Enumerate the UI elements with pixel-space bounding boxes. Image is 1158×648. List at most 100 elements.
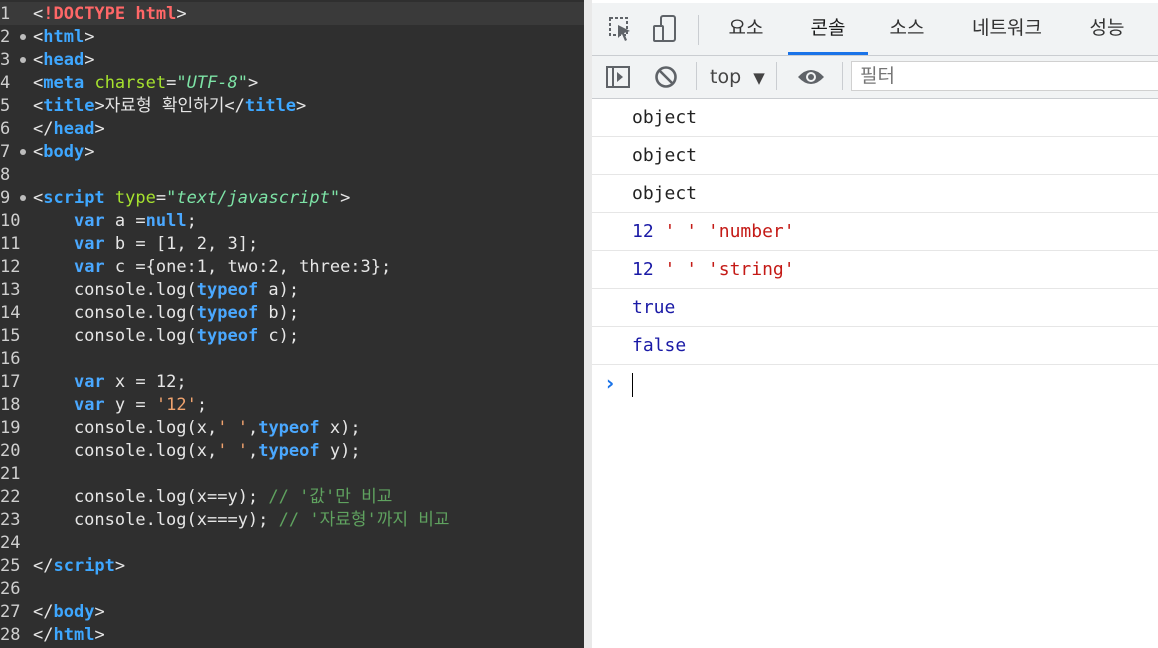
code-line[interactable]: 12 var c ={one:1, two:2, three:3}; [0,256,584,279]
code-token: = [166,73,177,93]
code-line[interactable]: 23 console.log(x===y); // '자료형'까지 비교 [0,509,584,532]
console-message[interactable]: 12 ' ' 'string' [592,251,1158,289]
code-line[interactable]: 10 var a =null; [0,210,584,233]
tab-performance[interactable]: 성능 [1076,3,1138,55]
line-number: 9 [0,188,11,208]
code-line[interactable]: 15 console.log(typeof c); [0,325,584,348]
code-token: var [73,395,105,415]
code-token: console.log(x===y); [33,510,279,530]
line-number: 2 [0,27,11,47]
code-line[interactable]: 24 [0,532,584,555]
line-number: 28 [0,625,21,645]
line-number: 3 [0,50,11,70]
code-line[interactable]: 13 console.log(typeof a); [0,279,584,302]
code-token: typeof [258,441,320,461]
console-prompt[interactable]: › [592,365,1158,405]
console-message[interactable]: true [592,289,1158,327]
code-line[interactable]: 22 console.log(x==y); // '값'만 비교 [0,486,584,509]
console-message[interactable]: false [592,327,1158,365]
tab-console[interactable]: 콘솔 [788,3,868,55]
line-source: <head> [33,49,94,72]
context-select[interactable]: top ▼ [710,62,765,92]
line-number: 4 [0,73,11,93]
tab-network[interactable]: 네트워크 [960,3,1054,55]
code-line[interactable]: 21 [0,463,584,486]
line-number: 12 [0,257,21,277]
code-token: "UTF-8" [176,73,249,93]
code-editor[interactable]: 1 <!DOCTYPE html> 2 <html> 3 <head> 4 <meta cha… [0,0,584,648]
clear-console-icon[interactable] [654,65,678,89]
code-line[interactable]: 5 <title>자료형 확인하기</title> [0,95,584,118]
console-message[interactable]: 12 ' ' 'number' [592,213,1158,251]
fold-marker-icon[interactable] [20,57,26,63]
code-token: < [33,188,44,208]
code-line[interactable]: 11 var b = [1, 2, 3]; [0,233,584,256]
code-line[interactable]: 4 <meta charset="UTF-8"> [0,72,584,95]
show-sidebar-icon[interactable] [606,66,630,88]
line-number: 10 [0,211,21,231]
code-line[interactable]: 8 [0,164,584,187]
live-expression-eye-icon[interactable] [797,68,825,86]
code-line[interactable]: 1 <!DOCTYPE html> [0,3,584,26]
code-token: charset [94,73,167,93]
code-token: head [53,119,95,139]
text-caret [632,373,633,397]
console-message[interactable]: object [592,99,1158,137]
line-number: 1 [0,4,11,24]
inspect-element-icon[interactable] [608,15,634,43]
code-token: > [248,73,259,93]
code-line[interactable]: 2 <html> [0,26,584,49]
code-token: null [145,211,187,231]
code-line[interactable]: 14 console.log(typeof b); [0,302,584,325]
code-line[interactable]: 19 console.log(x,' ',typeof x); [0,417,584,440]
panel-splitter[interactable] [584,0,592,648]
prompt-chevron-icon: › [606,371,615,395]
line-number: 13 [0,280,21,300]
line-number: 19 [0,418,21,438]
code-token: script [43,188,105,208]
code-lines[interactable]: 1 <!DOCTYPE html> 2 <html> 3 <head> 4 <meta cha… [0,3,584,647]
filter-input[interactable] [851,61,1158,91]
code-line[interactable]: 18 var y = '12'; [0,394,584,417]
line-source: console.log(x===y); // '자료형'까지 비교 [33,509,450,532]
code-line[interactable]: 27 </body> [0,601,584,624]
code-token: console.log( [33,280,197,300]
device-toolbar-icon[interactable] [652,15,678,43]
code-token: a = [104,211,146,231]
console-toolbar: top ▼ [592,56,1158,99]
code-token: var [73,211,105,231]
fold-marker-icon[interactable] [20,34,26,40]
code-token: > [114,556,126,576]
code-line[interactable]: 28 </html> [0,624,584,647]
code-token: var [73,234,105,254]
code-token: html [53,625,95,645]
line-source: var c ={one:1, two:2, three:3}; [33,256,391,279]
code-token: ; [196,395,208,415]
code-line[interactable]: 3 <head> [0,49,584,72]
tab-sources[interactable]: 소스 [874,3,940,55]
console-message[interactable]: object [592,175,1158,213]
code-line[interactable]: 26 [0,578,584,601]
tab-elements[interactable]: 요소 [714,3,778,55]
fold-marker-icon[interactable] [20,149,26,155]
code-line[interactable]: 25 </script> [0,555,584,578]
fold-marker-icon[interactable] [20,195,26,201]
line-number: 8 [0,165,11,185]
line-source: console.log(typeof a); [33,279,299,302]
toolbar-divider [696,62,697,90]
code-line[interactable]: 9 <script type="text/javascript"> [0,187,584,210]
line-source: var y = '12'; [33,394,207,417]
code-line[interactable]: 16 [0,348,584,371]
code-line[interactable]: 7 <body> [0,141,584,164]
code-line[interactable]: 20 console.log(x,' ',typeof y); [0,440,584,463]
code-line[interactable]: 6 </head> [0,118,584,141]
toolbar-divider [842,62,843,90]
code-line[interactable]: 17 var x = 12; [0,371,584,394]
console-message[interactable]: object [592,137,1158,175]
code-token: </ [33,556,54,576]
line-number: 24 [0,533,21,553]
console-value [697,221,708,242]
code-token: !DOCTYPE html [43,4,177,24]
